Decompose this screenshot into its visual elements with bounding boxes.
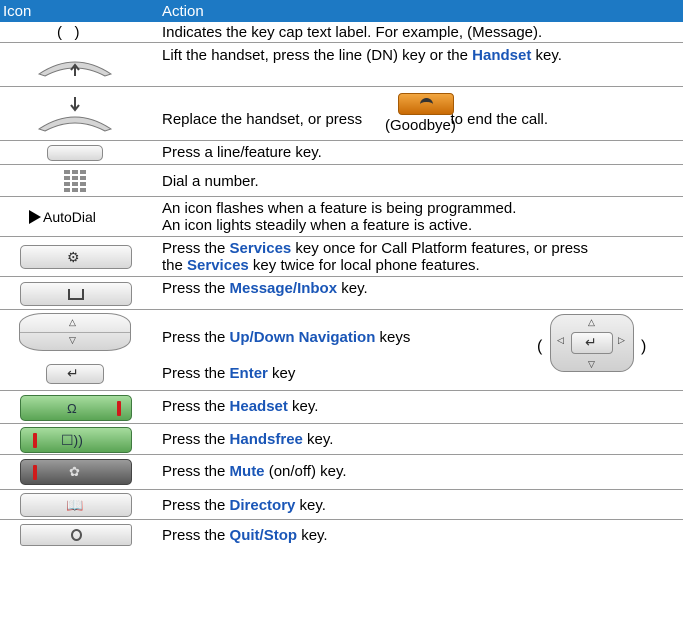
table-row: ⚙ Press the Services key once for Call P…	[0, 237, 683, 277]
table-row: △ ▽ ↵ Press the Up/Down Navigation keys …	[0, 310, 683, 391]
headset-key-icon: Ω	[20, 395, 132, 421]
nav-cluster-close-paren: )	[641, 338, 647, 355]
table-row: ( ) Indicates the key cap text label. Fo…	[0, 22, 683, 43]
replace-handset-icon	[0, 87, 150, 140]
row-text: Press the Quit/Stop key.	[162, 527, 328, 544]
row-text: Press the Directory key.	[162, 497, 326, 514]
row-text: Press the Handsfree key.	[162, 431, 334, 448]
table-row: Press a line/feature key.	[0, 141, 683, 165]
table-row: Replace the handset, or press to end the…	[0, 87, 683, 141]
lift-handset-icon	[0, 43, 150, 86]
goodbye-key-icon	[398, 93, 454, 115]
dialpad-icon	[64, 170, 86, 192]
row-text: Dial a number.	[162, 173, 259, 190]
directory-key-icon: 📖	[20, 493, 132, 517]
icon-action-table: Icon Action ( ) Indicates the key cap te…	[0, 0, 683, 546]
table-row: 📖 Press the Directory key.	[0, 490, 683, 520]
header-icon: Icon	[3, 2, 32, 20]
table-row: Ω Press the Headset key.	[0, 391, 683, 424]
handsfree-key-icon: ☐))	[20, 427, 132, 453]
table-header: Icon Action	[0, 0, 683, 22]
mute-key-icon: ✿	[20, 459, 132, 485]
table-row: ☐)) Press the Handsfree key.	[0, 424, 683, 455]
quit-key-icon	[20, 524, 132, 546]
keycap-parens: ( )	[57, 24, 80, 41]
indicator-arrow-icon	[29, 210, 41, 224]
goodbye-label: (Goodbye)	[385, 117, 456, 134]
row-text: Press the Message/Inbox key.	[162, 280, 368, 297]
up-down-navigation-icon: △ ▽	[19, 313, 131, 351]
enter-key-icon: ↵	[46, 364, 104, 384]
table-row: AutoDial An icon flashes when a feature …	[0, 197, 683, 237]
table-row: Dial a number.	[0, 165, 683, 197]
table-row: Press the Quit/Stop key.	[0, 520, 683, 550]
row-text: Indicates the key cap text label. For ex…	[162, 24, 543, 41]
row-text: Press the Services key once for Call Pla…	[162, 240, 589, 274]
row-text: Press the Headset key.	[162, 398, 319, 415]
row-text: Press the Mute (on/off) key.	[162, 463, 347, 480]
services-key-icon: ⚙	[20, 245, 132, 269]
navigation-cluster-icon: △ ▽ ◁ ▷ ↵	[550, 314, 634, 372]
table-row: Press the Message/Inbox key.	[0, 277, 683, 310]
row-text: An icon flashes when a feature is being …	[162, 200, 517, 234]
header-action: Action	[162, 2, 204, 20]
row-text: Press a line/feature key.	[162, 144, 322, 161]
table-row: Lift the handset, press the line (DN) ke…	[0, 43, 683, 87]
row-text: Lift the handset, press the line (DN) ke…	[162, 47, 562, 64]
autodial-label: AutoDial	[43, 209, 96, 225]
nav-cluster-open-paren: (	[537, 338, 543, 355]
message-key-icon	[20, 282, 132, 306]
line-key-icon	[47, 145, 103, 161]
table-row: ✿ Press the Mute (on/off) key.	[0, 455, 683, 490]
